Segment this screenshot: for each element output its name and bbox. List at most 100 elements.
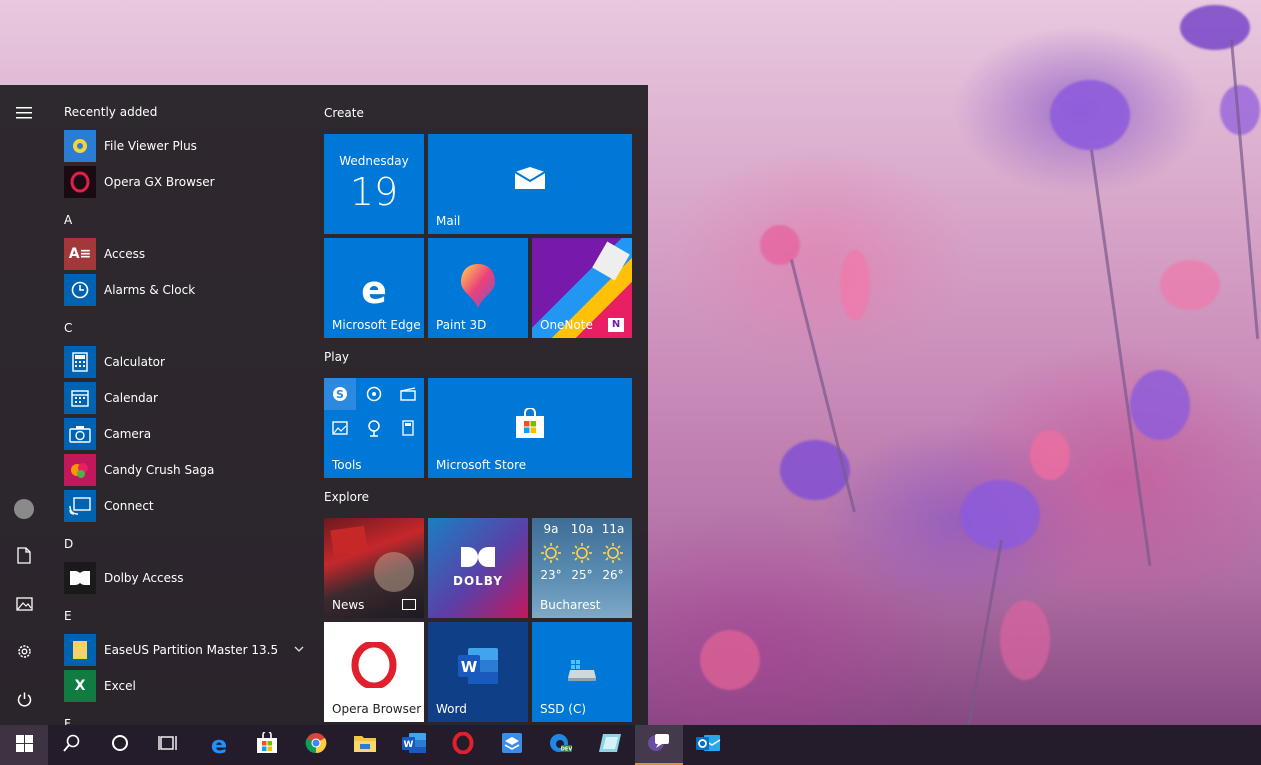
taskbar-paint[interactable] xyxy=(586,725,634,765)
hamburger-icon xyxy=(16,104,32,123)
calculator-icon xyxy=(64,346,96,378)
tile-calendar[interactable]: Wednesday 19 xyxy=(324,134,424,234)
app-list: Recently added File Viewer Plus Opera GX… xyxy=(48,85,310,725)
settings-button[interactable] xyxy=(0,633,48,673)
forecast-time: 11a xyxy=(601,522,625,536)
calendar-day: Wednesday xyxy=(339,154,409,168)
power-button[interactable] xyxy=(0,681,48,721)
app-label: Candy Crush Saga xyxy=(104,463,215,477)
photos-icon xyxy=(324,412,356,444)
app-item-opera-gx[interactable]: Opera GX Browser xyxy=(64,165,304,199)
access-icon: A≡ xyxy=(64,238,96,270)
tile-tools-folder[interactable]: S Tools xyxy=(324,378,424,478)
app-item-calculator[interactable]: Calculator xyxy=(64,345,304,379)
group-title-create[interactable]: Create xyxy=(324,106,364,120)
tile-news[interactable]: News xyxy=(324,518,424,618)
app-item-candy-crush[interactable]: Candy Crush Saga xyxy=(64,453,304,487)
app-item-file-viewer-plus[interactable]: File Viewer Plus xyxy=(64,129,304,163)
taskbar-word[interactable]: W xyxy=(390,725,438,765)
app-item-excel[interactable]: X Excel xyxy=(64,669,304,703)
opera-logo-icon xyxy=(324,642,424,688)
taskbar-opera[interactable] xyxy=(439,725,487,765)
tile-label: Tools xyxy=(332,458,362,472)
section-header-e[interactable]: E xyxy=(64,609,72,623)
app-label: Dolby Access xyxy=(104,571,184,585)
app-label: Opera GX Browser xyxy=(104,175,215,189)
taskbar-outlook[interactable] xyxy=(684,725,732,765)
tile-dolby[interactable]: DOLBY xyxy=(428,518,528,618)
search-button[interactable] xyxy=(48,725,96,765)
tile-microsoft-edge[interactable]: e Microsoft Edge xyxy=(324,238,424,338)
start-rail xyxy=(0,85,48,725)
tile-ssd-drive[interactable]: SSD (C) xyxy=(532,622,632,722)
tile-opera-browser[interactable]: Opera Browser xyxy=(324,622,424,722)
outlook-icon xyxy=(695,732,721,758)
edge-icon: e xyxy=(210,731,228,759)
tile-label: Opera Browser xyxy=(332,702,422,716)
app-item-access[interactable]: A≡ Access xyxy=(64,237,304,271)
chrome-icon xyxy=(305,732,327,758)
tile-label: OneNote xyxy=(540,318,593,332)
section-header-c[interactable]: C xyxy=(64,321,72,335)
tile-mail[interactable]: Mail xyxy=(428,134,632,234)
tile-microsoft-store[interactable]: Microsoft Store xyxy=(428,378,632,478)
drive-icon xyxy=(532,658,632,682)
group-title-explore[interactable]: Explore xyxy=(324,490,369,504)
taskbar-file-explorer[interactable] xyxy=(341,725,389,765)
tile-label: Microsoft Store xyxy=(436,458,527,472)
app-label: Connect xyxy=(104,499,154,513)
messenger-app-icon xyxy=(647,731,671,757)
document-icon xyxy=(17,546,31,568)
pictures-icon xyxy=(15,596,33,615)
camera-icon xyxy=(64,418,96,450)
taskbar: e W DEV xyxy=(0,725,1261,765)
mail-icon xyxy=(428,166,632,190)
task-view-button[interactable] xyxy=(144,725,192,765)
tile-label: Paint 3D xyxy=(436,318,487,332)
app-item-alarms-clock[interactable]: Alarms & Clock xyxy=(64,273,304,307)
app-item-easeus-folder[interactable]: EaseUS Partition Master 13.5 xyxy=(64,633,304,667)
task-view-icon xyxy=(158,734,178,756)
dolby-logo-icon xyxy=(428,546,528,568)
taskbar-edge[interactable]: e xyxy=(195,725,243,765)
opera-gx-icon xyxy=(64,166,96,198)
account-button[interactable] xyxy=(0,489,48,529)
section-header-d[interactable]: D xyxy=(64,537,73,551)
taskbar-box-app[interactable] xyxy=(488,725,536,765)
svg-text:DEV: DEV xyxy=(561,747,573,753)
tile-paint-3d[interactable]: Paint 3D xyxy=(428,238,528,338)
expand-menu-button[interactable] xyxy=(0,93,48,133)
edge-icon: e xyxy=(361,268,387,312)
store-bag-icon xyxy=(428,408,632,440)
app-item-camera[interactable]: Camera xyxy=(64,417,304,451)
skype-icon: S xyxy=(324,378,356,410)
app-label: Camera xyxy=(104,427,152,441)
start-button[interactable] xyxy=(0,725,48,765)
tile-label: SSD (C) xyxy=(540,702,587,716)
chevron-down-icon[interactable] xyxy=(294,642,304,655)
cortana-icon xyxy=(111,734,129,756)
taskbar-edge-dev[interactable]: DEV xyxy=(537,725,585,765)
app-label: Access xyxy=(104,247,146,261)
tile-onenote[interactable]: OneNote N xyxy=(532,238,632,338)
tile-word[interactable]: W Word xyxy=(428,622,528,722)
app-item-dolby-access[interactable]: Dolby Access xyxy=(64,561,304,595)
taskbar-store[interactable] xyxy=(243,725,291,765)
taskbar-messenger-app[interactable] xyxy=(635,725,683,765)
box-app-icon xyxy=(501,732,523,758)
file-explorer-icon xyxy=(353,733,377,757)
paint-icon xyxy=(598,732,622,758)
word-logo-icon: W xyxy=(428,646,528,686)
section-header-f[interactable]: F xyxy=(64,717,71,725)
app-item-connect[interactable]: Connect xyxy=(64,489,304,523)
app-item-calendar[interactable]: Calendar xyxy=(64,381,304,415)
cortana-button[interactable] xyxy=(96,725,144,765)
section-header-a[interactable]: A xyxy=(64,213,72,227)
tile-weather[interactable]: 9a 10a 11a 23° 25° 26° Bucharest xyxy=(532,518,632,618)
pictures-button[interactable] xyxy=(0,585,48,625)
forecast-time: 9a xyxy=(543,522,559,536)
documents-button[interactable] xyxy=(0,537,48,577)
group-title-play[interactable]: Play xyxy=(324,350,349,364)
app-label: Calculator xyxy=(104,355,165,369)
taskbar-chrome[interactable] xyxy=(292,725,340,765)
